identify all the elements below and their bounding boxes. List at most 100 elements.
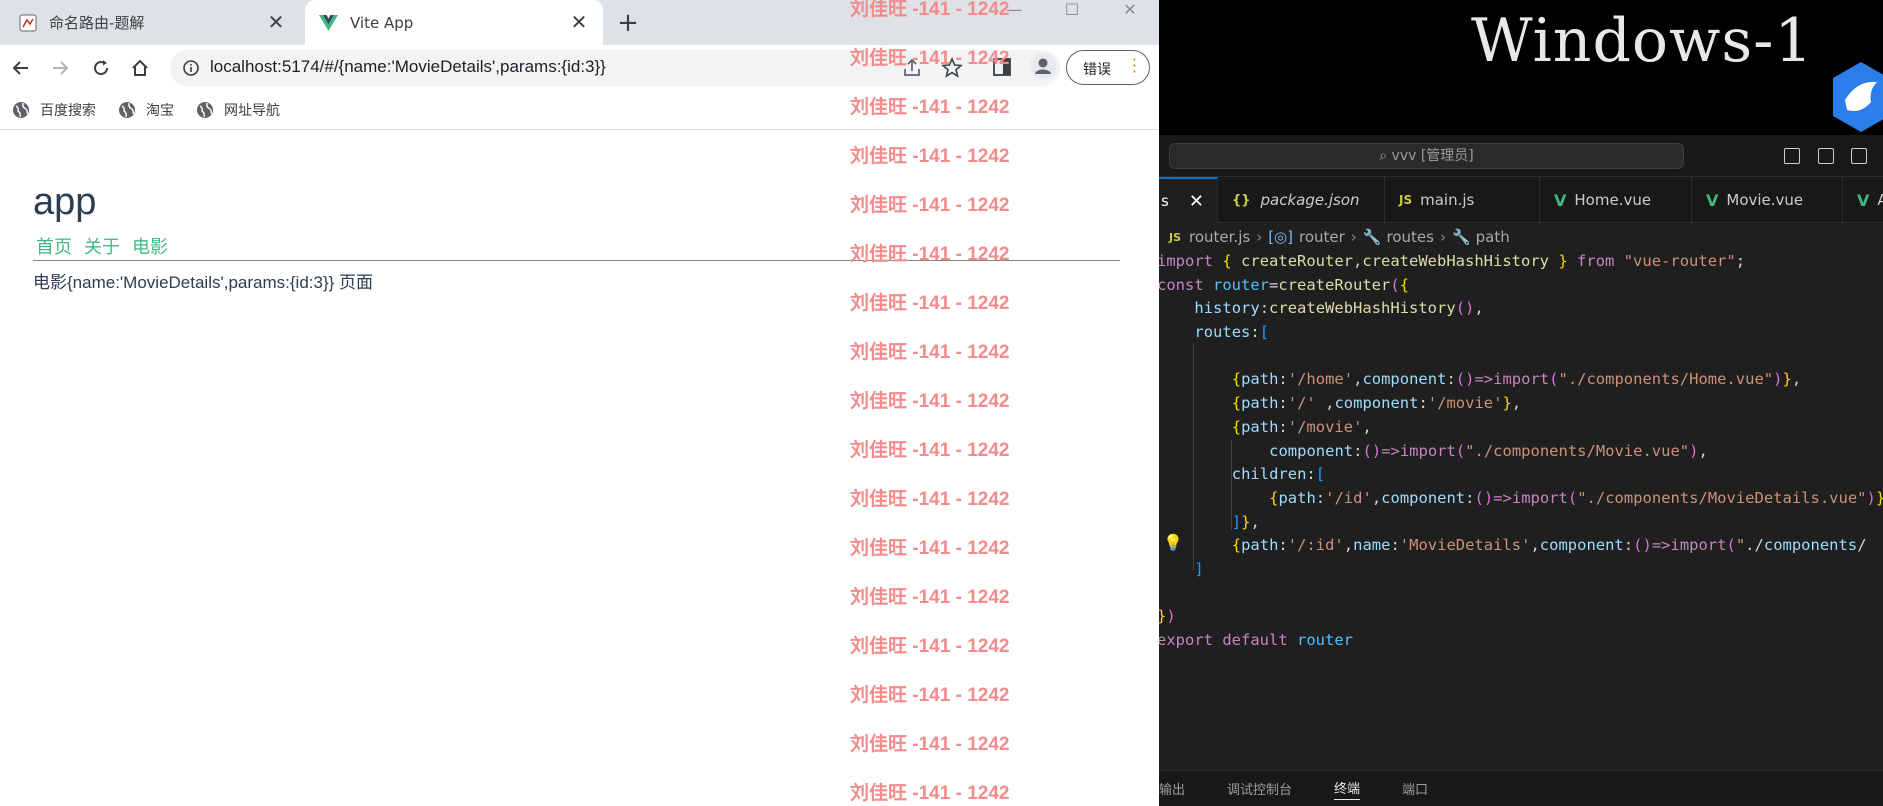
globe-icon bbox=[13, 101, 29, 118]
code-line[interactable]: ]}, bbox=[1159, 511, 1883, 535]
tab-close-icon[interactable]: ✕ bbox=[569, 12, 589, 32]
breadcrumb-path[interactable]: path bbox=[1476, 228, 1510, 246]
bookmark-nav[interactable]: 网址导航 bbox=[196, 100, 280, 120]
panel-tab-debug-console[interactable]: 调试控制台 bbox=[1227, 779, 1292, 798]
back-icon[interactable] bbox=[8, 55, 34, 81]
json-file-icon: {} bbox=[1232, 192, 1251, 208]
tab-overflow[interactable]: V A bbox=[1843, 177, 1883, 223]
reload-icon[interactable] bbox=[88, 55, 114, 81]
tab-router-js[interactable]: s ✕ bbox=[1159, 177, 1218, 223]
breadcrumb-file[interactable]: router.js bbox=[1189, 228, 1250, 246]
url-path: :5174/#/{name:'MovieDetails',params:{id:… bbox=[277, 57, 606, 76]
command-center-search[interactable]: ⌕ vvv [管理员] bbox=[1169, 143, 1684, 169]
bookmark-baidu[interactable]: 百度搜索 bbox=[12, 100, 96, 120]
info-icon[interactable] bbox=[182, 59, 200, 81]
bookmark-label: 百度搜索 bbox=[40, 102, 96, 119]
command-search-label: vvv [管理员] bbox=[1391, 148, 1474, 164]
vue-logo-icon bbox=[319, 13, 338, 32]
forward-icon[interactable] bbox=[47, 55, 73, 81]
route-view-text: 电影{name:'MovieDetails',params:{id:3}} 页面 bbox=[33, 273, 374, 292]
watermark-text: 刘佳旺 -141 - 1242 bbox=[850, 538, 1010, 559]
profile-avatar[interactable] bbox=[1030, 53, 1056, 79]
code-line[interactable]: import { createRouter,createWebHashHisto… bbox=[1159, 250, 1883, 274]
vscode-window: Windows-1 ⌕ vvv [管理员] s ✕ {} package.jso… bbox=[1159, 0, 1883, 806]
router-nav: 首页 关于 电影 bbox=[36, 233, 168, 259]
toggle-secondary-sidebar-icon[interactable] bbox=[1851, 148, 1867, 164]
tab-naming-route[interactable]: 命名路由-题解 ✕ bbox=[0, 0, 300, 45]
watermark-text: 刘佳旺 -141 - 1242 bbox=[850, 146, 1010, 167]
panel-tab-ports[interactable]: 端口 bbox=[1402, 779, 1428, 798]
code-line[interactable] bbox=[1159, 345, 1883, 369]
chevron-right-icon: › bbox=[1350, 228, 1357, 246]
browser-window: 命名路由-题解 ✕ Vite App ✕ + — ☐ ✕ localhost:5… bbox=[0, 0, 1159, 806]
nav-link-movie[interactable]: 电影 bbox=[132, 233, 168, 259]
new-tab-button[interactable]: + bbox=[614, 10, 642, 38]
code-line[interactable]: const router=createRouter({ bbox=[1159, 274, 1883, 298]
code-line[interactable]: {path:'/id',component:()=>import("./comp… bbox=[1159, 487, 1883, 511]
code-line[interactable]: {path:'/' ,component:'/movie'}, bbox=[1159, 392, 1883, 416]
bookmark-label: 淘宝 bbox=[146, 102, 174, 119]
js-file-icon: JS bbox=[1169, 230, 1182, 244]
maximize-button[interactable]: ☐ bbox=[1043, 0, 1101, 22]
desktop-banner: Windows-1 bbox=[1159, 0, 1883, 135]
breadcrumb-routes[interactable]: routes bbox=[1386, 228, 1433, 246]
chevron-right-icon: › bbox=[1439, 228, 1446, 246]
code-line[interactable] bbox=[1159, 582, 1883, 606]
watermark-text: 刘佳旺 -141 - 1242 bbox=[850, 48, 1010, 69]
panel-tab-terminal[interactable]: 终端 bbox=[1334, 778, 1361, 800]
editor-tabs: s ✕ {} package.json JS main.js V Home.vu… bbox=[1159, 177, 1883, 223]
tab-label: main.js bbox=[1420, 191, 1475, 209]
menu-kebab-icon[interactable]: · · · bbox=[1132, 52, 1137, 80]
code-line[interactable]: ] bbox=[1159, 558, 1883, 582]
vscode-titlebar: ⌕ vvv [管理员] bbox=[1159, 135, 1883, 177]
tab-vite-app[interactable]: Vite App ✕ bbox=[305, 0, 603, 45]
lightbulb-icon[interactable]: 💡 bbox=[1163, 533, 1183, 552]
toggle-sidebar-icon[interactable] bbox=[1784, 148, 1800, 164]
tab-close-icon[interactable]: ✕ bbox=[266, 12, 286, 32]
search-icon: ⌕ bbox=[1379, 148, 1392, 164]
nav-link-home[interactable]: 首页 bbox=[36, 233, 72, 259]
error-button[interactable]: 错误 · · · bbox=[1066, 50, 1150, 85]
watermark-text: 刘佳旺 -141 - 1242 bbox=[850, 489, 1010, 510]
watermark-text: 刘佳旺 -141 - 1242 bbox=[850, 440, 1010, 461]
code-line[interactable]: routes:[ bbox=[1159, 321, 1883, 345]
breadcrumb-router[interactable]: router bbox=[1299, 228, 1345, 246]
home-icon[interactable] bbox=[127, 55, 153, 81]
page-title: app bbox=[33, 181, 97, 223]
globe-icon bbox=[197, 101, 213, 118]
watermark-text: 刘佳旺 -141 - 1242 bbox=[850, 0, 1010, 20]
code-line[interactable]: component:()=>import("./components/Movie… bbox=[1159, 440, 1883, 464]
tab-title: Vite App bbox=[350, 13, 414, 32]
tab-label: package.json bbox=[1260, 191, 1360, 209]
nav-link-about[interactable]: 关于 bbox=[84, 233, 120, 259]
globe-icon bbox=[119, 101, 135, 118]
code-line[interactable]: {path:'/movie', bbox=[1159, 416, 1883, 440]
tab-label: A bbox=[1877, 191, 1883, 209]
desktop-banner-text: Windows-1 bbox=[1471, 6, 1814, 76]
close-icon[interactable]: ✕ bbox=[1189, 191, 1204, 212]
code-line[interactable]: }) bbox=[1159, 605, 1883, 629]
panel-tab-output[interactable]: 输出 bbox=[1159, 779, 1185, 798]
bookmark-taobao[interactable]: 淘宝 bbox=[118, 100, 174, 120]
toggle-panel-icon[interactable] bbox=[1818, 148, 1834, 164]
js-file-icon: JS bbox=[1399, 193, 1413, 207]
vue-file-icon: V bbox=[1554, 190, 1567, 210]
watermark-text: 刘佳旺 -141 - 1242 bbox=[850, 391, 1010, 412]
watermark-text: 刘佳旺 -141 - 1242 bbox=[850, 734, 1010, 755]
site-favicon-icon bbox=[18, 13, 37, 32]
bird-logo-icon bbox=[1831, 60, 1883, 139]
code-line[interactable]: export default router bbox=[1159, 629, 1883, 653]
close-window-button[interactable]: ✕ bbox=[1101, 0, 1159, 22]
code-line[interactable]: children:[ bbox=[1159, 463, 1883, 487]
watermark-text: 刘佳旺 -141 - 1242 bbox=[850, 783, 1010, 804]
tab-package-json[interactable]: {} package.json bbox=[1218, 177, 1385, 223]
code-line[interactable]: {path:'/home',component:()=>import("./co… bbox=[1159, 368, 1883, 392]
code-line[interactable]: {path:'/:id',name:'MovieDetails',compone… bbox=[1159, 534, 1883, 558]
tab-home-vue[interactable]: V Home.vue bbox=[1540, 177, 1692, 223]
window-controls: — ☐ ✕ bbox=[985, 0, 1159, 22]
tab-main-js[interactable]: JS main.js bbox=[1385, 177, 1540, 223]
code-editor[interactable]: import { createRouter,createWebHashHisto… bbox=[1159, 250, 1883, 770]
tab-movie-vue[interactable]: V Movie.vue bbox=[1692, 177, 1843, 223]
code-line[interactable]: history:createWebHashHistory(), bbox=[1159, 297, 1883, 321]
url-text[interactable]: localhost:5174/#/{name:'MovieDetails',pa… bbox=[210, 57, 606, 77]
